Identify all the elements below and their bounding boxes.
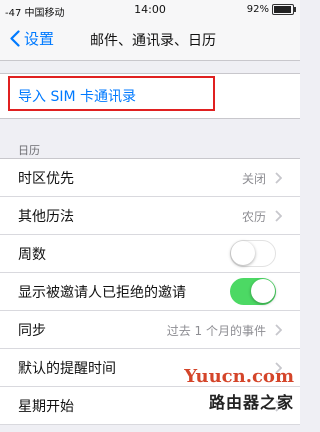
row-label: 周数 [18, 247, 46, 263]
row-label: 显示被邀请人已拒绝的邀请 [18, 285, 186, 301]
chevron-right-icon [275, 172, 282, 184]
chevron-right-icon [275, 400, 282, 412]
row-default-alert-times[interactable]: 默认的提醒时间 [0, 349, 300, 387]
row-value: 农历 [241, 210, 266, 224]
row-label: 时区优先 [18, 171, 74, 187]
row-sync[interactable]: 同步 过去 1 个月的事件 [0, 311, 300, 349]
row-label: 其他历法 [18, 209, 74, 225]
row-show-declined-invitees: 显示被邀请人已拒绝的邀请 [0, 273, 300, 311]
chevron-left-icon [10, 30, 20, 47]
battery-icon [272, 4, 296, 15]
row-label: 星期开始 [18, 399, 74, 415]
status-right: 92% [246, 4, 296, 15]
navigation-bar: 设置 邮件、通讯录、日历 [0, 20, 300, 61]
calendar-settings-list: 时区优先 关闭 其他历法 农历 周数 显示被邀请人已拒绝的邀请 同步 过去 1 … [0, 158, 300, 425]
page-title: 邮件、通讯录、日历 [90, 33, 216, 49]
row-label: 同步 [18, 323, 46, 339]
show-declined-toggle[interactable] [230, 278, 276, 305]
battery-percent: 92% [246, 4, 269, 15]
row-time-zone-override[interactable]: 时区优先 关闭 [0, 159, 300, 197]
chevron-right-icon [275, 362, 282, 374]
back-label: 设置 [24, 30, 55, 48]
back-button[interactable]: 设置 [10, 28, 54, 49]
row-alternate-calendars[interactable]: 其他历法 农历 [0, 197, 300, 235]
highlight-annotation-box [8, 76, 215, 111]
status-bar: -47 中国移动 14:00 92% [0, 0, 300, 20]
row-label: 默认的提醒时间 [18, 361, 116, 377]
row-value: 过去 1 个月的事件 [166, 324, 266, 338]
battery-fill [274, 6, 291, 13]
week-numbers-toggle[interactable] [230, 240, 276, 267]
chevron-right-icon [275, 210, 282, 222]
calendar-section-header: 日历 [18, 144, 40, 157]
toggle-knob [251, 279, 275, 303]
row-value: 关闭 [241, 172, 266, 186]
toggle-knob [231, 241, 255, 265]
chevron-right-icon [275, 324, 282, 336]
row-week-numbers: 周数 [0, 235, 300, 273]
row-start-week-on[interactable]: 星期开始 [0, 387, 300, 425]
